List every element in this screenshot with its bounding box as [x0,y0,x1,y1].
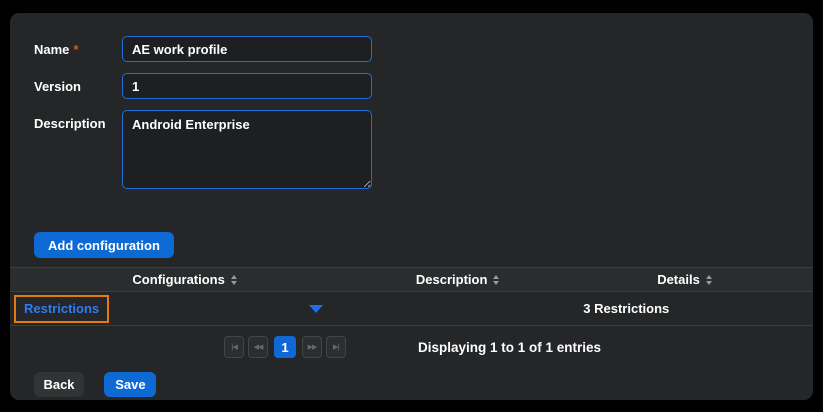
column-label: Configurations [132,272,224,287]
save-button[interactable]: Save [104,372,156,397]
pagination-bar: |◀ ◀◀ 1 ▶▶ ▶| Displaying 1 to 1 of 1 ent… [10,336,813,358]
next-page-button[interactable]: ▶▶ [302,336,322,358]
caret-down-icon[interactable] [309,305,323,313]
table-header-row: Configurations Description Details [10,267,813,292]
column-header-description[interactable]: Description [359,272,556,287]
last-page-button[interactable]: ▶| [326,336,346,358]
previous-page-button[interactable]: ◀◀ [248,336,268,358]
back-button[interactable]: Back [34,372,84,397]
sort-arrows-icon[interactable] [493,275,499,285]
table-row: Restrictions 3 Restrictions [10,292,813,326]
version-row: Version [34,73,789,99]
description-row: Description Android Enterprise [34,110,789,189]
profile-editor-panel: Name * Version Description Android Enterp… [10,13,813,400]
name-label-text: Name [34,42,69,57]
column-label: Details [657,272,700,287]
description-label: Description [34,110,122,131]
column-header-configurations[interactable]: Configurations [10,272,359,287]
restrictions-highlight-box: Restrictions [14,295,109,323]
footer-actions: Back Save [34,372,789,397]
current-page-button[interactable]: 1 [274,336,296,358]
description-textarea[interactable]: Android Enterprise [122,110,372,189]
first-page-button[interactable]: |◀ [224,336,244,358]
configurations-table: Configurations Description Details Restr… [10,267,813,358]
name-input[interactable] [122,36,372,62]
version-label: Version [34,73,122,94]
row-details-cell: 3 Restrictions [492,301,761,316]
restrictions-link[interactable]: Restrictions [24,301,99,316]
sort-arrows-icon[interactable] [706,275,712,285]
name-label: Name * [34,36,122,57]
name-row: Name * [34,36,789,62]
required-asterisk: * [73,42,78,57]
version-input[interactable] [122,73,372,99]
pagination-status: Displaying 1 to 1 of 1 entries [418,340,601,355]
sort-arrows-icon[interactable] [231,275,237,285]
column-label: Description [416,272,488,287]
row-configuration-cell: Restrictions [10,295,359,323]
column-header-details[interactable]: Details [556,272,813,287]
add-configuration-button[interactable]: Add configuration [34,232,174,258]
